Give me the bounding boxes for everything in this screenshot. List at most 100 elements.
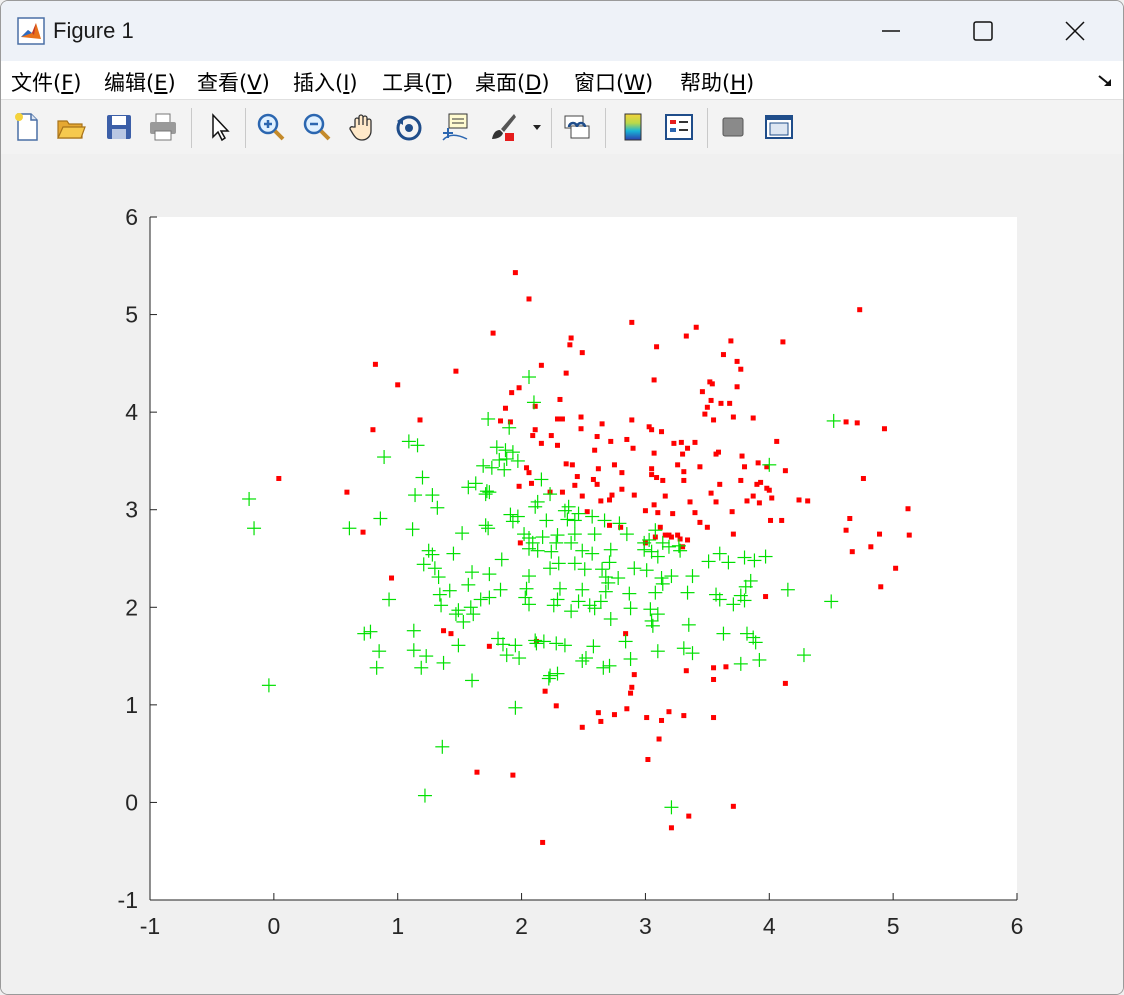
brush-button[interactable] [485,109,521,145]
red-square-point [579,350,585,356]
red-square-point [389,575,395,581]
red-square-point [720,352,726,358]
red-square-point [344,489,350,495]
data-cursor-button[interactable] [437,109,473,145]
zoom-in-button[interactable] [253,109,289,145]
x-tick-label: 5 [887,913,900,939]
print-button[interactable] [145,109,181,145]
red-square-point [628,690,634,696]
brush-dropdown-button[interactable] [527,109,547,145]
red-square-point [718,400,724,406]
toolbar-separator [191,108,192,148]
y-tick-label: 6 [125,204,138,230]
x-tick-label: 1 [391,913,404,939]
red-square-point [607,497,613,503]
red-square-point [563,370,569,376]
menu-bar: 文件(F) 编辑(E) 查看(V) 插入(I) 工具(T) 桌面(D) 窗口(W… [1,61,1123,99]
show-plot-tools-button[interactable] [761,109,797,145]
save-button[interactable] [101,109,137,145]
red-square-point [881,426,887,432]
red-square-point [738,366,744,372]
menu-tools[interactable]: 工具(T) [382,67,453,97]
close-button[interactable] [1029,1,1121,61]
rotate-3d-button[interactable] [391,109,427,145]
red-square-point [644,715,650,721]
red-square-point [631,492,637,498]
red-square-point [754,481,760,487]
red-square-point [877,531,883,537]
red-square-point [595,710,601,716]
red-square-point [744,498,750,504]
red-square-point [559,416,565,422]
red-square-point [572,482,578,488]
red-square-point [578,414,584,420]
red-square-point [530,433,536,439]
red-square-point [517,540,523,546]
red-square-point [516,483,522,489]
colorbar-icon [624,113,642,141]
data-cursor-icon [442,113,468,141]
red-square-point [659,717,665,723]
toolbar-separator [707,108,708,148]
red-square-point [730,414,736,420]
maximize-icon [973,21,993,41]
open-file-button[interactable] [53,109,89,145]
red-square-point [734,384,740,390]
red-square-point [526,470,532,476]
red-square-point [843,419,849,425]
save-icon [107,115,131,139]
red-square-point [671,440,677,446]
red-square-point [619,486,625,492]
red-square-point [681,477,687,483]
red-square-point [532,427,538,433]
red-square-point [662,493,668,499]
link-plot-button[interactable] [559,109,595,145]
x-tick-label: 2 [515,913,528,939]
red-square-point [750,493,756,499]
legend-icon [665,114,693,140]
red-square-point [849,549,855,555]
red-square-point [774,438,780,444]
edit-plot-button[interactable] [201,109,237,145]
hide-plot-tools-button[interactable] [715,109,751,145]
red-square-point [723,664,729,670]
red-square-point [417,417,423,423]
red-square-point [568,335,574,341]
zoom-out-button[interactable] [299,109,335,145]
red-square-point [651,502,657,508]
red-square-point [681,713,687,719]
maximize-button[interactable] [937,1,1029,61]
menu-help[interactable]: 帮助(H) [680,67,754,97]
menu-file[interactable]: 文件(F) [11,67,82,97]
red-square-point [692,439,698,445]
menu-insert[interactable]: 插入(I) [293,67,358,97]
red-square-point [578,426,584,432]
red-square-point [619,470,625,476]
menu-desktop[interactable]: 桌面(D) [475,67,550,97]
red-square-point [711,676,717,682]
red-square-point [579,724,585,730]
pan-button[interactable] [345,109,381,145]
red-square-point [734,358,740,364]
menu-window[interactable]: 窗口(W) [574,67,653,97]
red-square-point [595,466,601,472]
menu-edit[interactable]: 编辑(E) [104,67,176,97]
new-figure-button[interactable] [9,109,45,145]
red-square-point [486,643,492,649]
red-square-point [540,839,546,845]
red-square-point [510,772,516,778]
insert-legend-button[interactable] [661,109,697,145]
red-square-point [554,442,560,448]
red-square-point [474,769,480,775]
red-square-point [607,522,613,528]
menu-view[interactable]: 查看(V) [197,67,270,97]
dock-arrow-icon[interactable] [1095,71,1115,91]
red-square-point [857,307,863,313]
red-square-point [611,462,617,468]
red-square-point [538,440,544,446]
red-square-point [563,461,569,467]
figure-canvas: -1 0 1 2 3 4 5 6 -1 0 1 2 3 4 5 6 [1,154,1123,994]
minimize-button[interactable] [845,1,937,61]
toolbar-separator [551,108,552,148]
insert-colorbar-button[interactable] [615,109,651,145]
